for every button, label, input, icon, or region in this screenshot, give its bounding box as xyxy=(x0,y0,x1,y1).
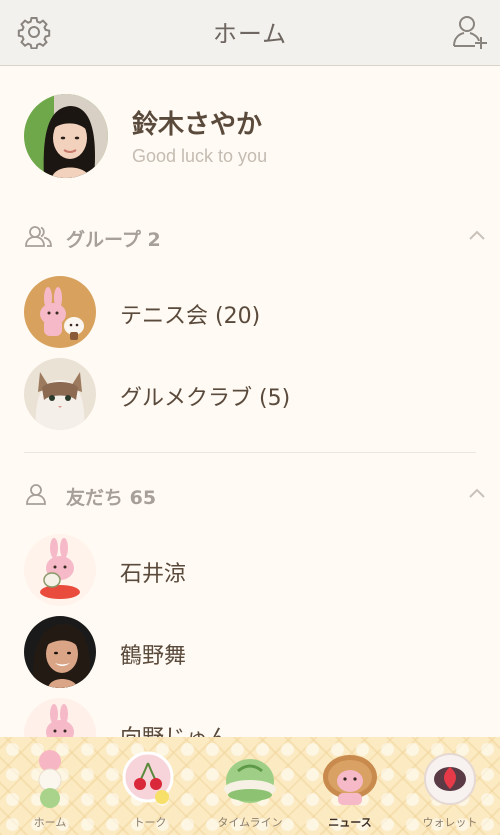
dango-icon xyxy=(20,747,80,809)
cherry-icon xyxy=(120,747,180,809)
friend-name: 鶴野舞 xyxy=(120,644,187,669)
group-row-gourmet[interactable]: グルメクラブ (5) xyxy=(24,358,484,434)
friend-avatar xyxy=(24,534,96,606)
tab-label: タイムライン xyxy=(217,816,283,829)
friend-row[interactable]: 石井涼 xyxy=(24,534,484,610)
section-divider xyxy=(24,452,476,453)
mochi-icon xyxy=(220,747,280,809)
friends-section-label: 友だち 65 xyxy=(66,487,157,509)
friend-name: 石井涼 xyxy=(120,562,187,587)
tab-wallet[interactable]: ウォレット xyxy=(400,737,500,835)
friends-section-header[interactable]: 友だち 65 xyxy=(24,476,490,512)
chevron-up-icon[interactable] xyxy=(468,484,486,503)
person-icon xyxy=(24,482,48,510)
tab-talk[interactable]: トーク xyxy=(100,737,200,835)
my-profile[interactable]: 鈴木さやか Good luck to you xyxy=(24,92,484,182)
add-friend-icon[interactable] xyxy=(450,12,490,52)
chevron-up-icon[interactable] xyxy=(468,226,486,245)
tab-timeline[interactable]: タイムライン xyxy=(200,737,300,835)
tab-home[interactable]: ホーム xyxy=(0,737,100,835)
group-avatar xyxy=(24,276,96,348)
bottom-tab-bar: ホーム トーク タイムライン ニュース ウォレット xyxy=(0,737,500,835)
tab-label: ホーム xyxy=(33,816,67,829)
avatar[interactable] xyxy=(24,94,108,178)
group-name: テニス会 (20) xyxy=(120,304,261,329)
tab-label: ウォレット xyxy=(422,816,478,829)
group-avatar xyxy=(24,358,96,430)
groups-section-label: グループ 2 xyxy=(66,229,161,251)
group-icon xyxy=(24,224,54,252)
friend-row[interactable]: 鶴野舞 xyxy=(24,616,484,692)
tab-label: トーク xyxy=(133,816,167,829)
friend-avatar xyxy=(24,616,96,688)
group-row-tennis[interactable]: テニス会 (20) xyxy=(24,276,484,352)
profile-name: 鈴木さやか xyxy=(132,110,263,140)
daifuku-icon xyxy=(420,747,480,809)
taiyaki-icon xyxy=(320,747,380,809)
page-title: ホーム xyxy=(212,20,288,48)
header-bar: ホーム xyxy=(0,0,500,66)
tab-news[interactable]: ニュース xyxy=(300,737,400,835)
groups-section-header[interactable]: グループ 2 xyxy=(24,218,490,254)
tab-label: ニュース xyxy=(328,816,372,829)
group-name: グルメクラブ (5) xyxy=(120,386,291,411)
profile-status-message: Good luck to you xyxy=(132,146,268,166)
